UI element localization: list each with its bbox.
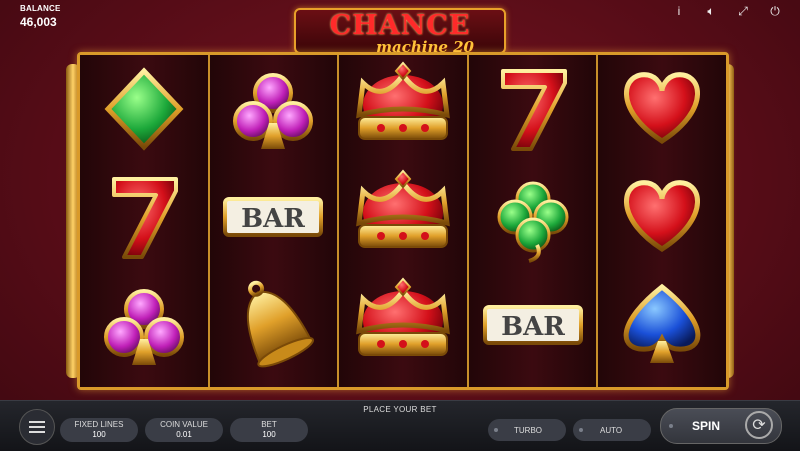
game-logo: CHANCE machine 20 xyxy=(294,8,506,56)
reel-4: BAR xyxy=(468,55,599,387)
symbol-bar: BAR xyxy=(210,163,338,271)
bet-value: 100 xyxy=(262,430,276,439)
hamburger-icon xyxy=(29,421,45,433)
reel-1 xyxy=(80,55,210,387)
turbo-toggle[interactable]: TURBO xyxy=(488,419,566,441)
spin-button[interactable]: SPIN ⟳ xyxy=(660,408,782,444)
turbo-label: TURBO xyxy=(514,425,542,435)
symbol-green-diamond xyxy=(80,55,208,163)
auto-label: AUTO xyxy=(600,425,623,435)
logo-title: CHANCE xyxy=(329,10,471,41)
coin-value-value: 0.01 xyxy=(176,430,192,439)
fixed-lines-label: FIXED LINES xyxy=(74,420,124,429)
svg-text:BAR: BAR xyxy=(501,312,565,342)
reel-3 xyxy=(339,55,469,387)
reels-area: BAR BAR xyxy=(77,52,729,390)
symbol-bar: BAR xyxy=(469,271,597,379)
auto-toggle[interactable]: AUTO xyxy=(573,419,651,441)
svg-text:BAR: BAR xyxy=(242,204,306,234)
reel-2: BAR xyxy=(209,55,340,387)
symbol-crown xyxy=(339,55,467,163)
balance-label: BALANCE xyxy=(20,4,61,13)
coin-value-label: COIN VALUE xyxy=(160,420,208,429)
symbol-purple-club xyxy=(80,271,208,379)
symbol-purple-club xyxy=(210,55,338,163)
symbol-red-seven xyxy=(80,163,208,271)
symbol-green-clover xyxy=(469,163,597,271)
symbol-blue-spade xyxy=(598,271,726,379)
spin-label: SPIN xyxy=(692,419,721,433)
symbol-red-heart xyxy=(598,55,726,163)
spin-indicator xyxy=(669,424,673,428)
symbol-red-heart xyxy=(598,163,726,271)
info-icon[interactable]: i xyxy=(672,4,686,19)
symbol-crown xyxy=(339,163,467,271)
top-toolbar: i 🔈︎ ⤢ ⏻ xyxy=(672,4,782,19)
auto-indicator xyxy=(579,428,583,432)
power-icon[interactable]: ⏻ xyxy=(768,4,782,19)
bet-selector[interactable]: BET 100 xyxy=(230,418,308,442)
reel-5 xyxy=(598,55,726,387)
spin-arrows-icon: ⟳ xyxy=(745,411,773,439)
fixed-lines-value: 100 xyxy=(92,430,106,439)
symbol-crown xyxy=(339,271,467,379)
symbol-golden-bell xyxy=(210,271,338,379)
coin-value-selector[interactable]: COIN VALUE 0.01 xyxy=(145,418,223,442)
bet-label: BET xyxy=(261,420,277,429)
turbo-indicator xyxy=(494,428,498,432)
fullscreen-icon[interactable]: ⤢ xyxy=(736,4,750,19)
sound-icon[interactable]: 🔈︎ xyxy=(704,4,718,19)
menu-button[interactable] xyxy=(19,409,55,445)
balance-display: BALANCE 46,003 xyxy=(20,4,61,29)
symbol-red-seven xyxy=(469,55,597,163)
balance-value: 46,003 xyxy=(20,15,57,29)
fixed-lines-display: FIXED LINES 100 xyxy=(60,418,138,442)
